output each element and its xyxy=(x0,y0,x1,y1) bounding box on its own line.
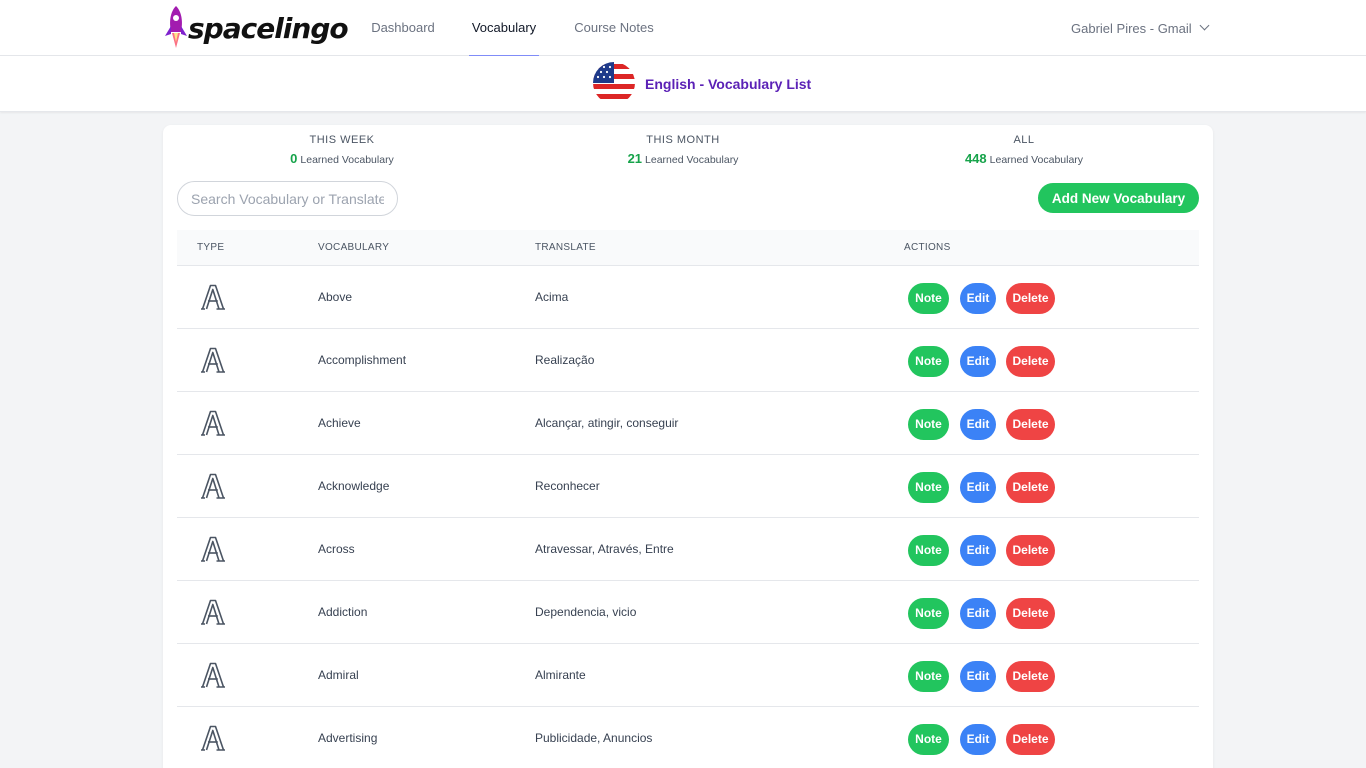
edit-button[interactable]: Edit xyxy=(960,346,996,377)
letter-a-outline-icon xyxy=(201,599,225,625)
letter-a-outline-icon xyxy=(201,284,225,310)
rocket-icon xyxy=(165,6,187,48)
delete-button[interactable]: Delete xyxy=(1006,661,1055,692)
delete-button[interactable]: Delete xyxy=(1006,598,1055,629)
letter-a-outline-icon xyxy=(201,347,225,373)
chevron-down-icon xyxy=(1199,20,1210,30)
language-header: English - Vocabulary List xyxy=(0,56,1366,112)
nav-vocabulary[interactable]: Vocabulary xyxy=(469,0,539,57)
delete-button[interactable]: Delete xyxy=(1006,472,1055,503)
note-button[interactable]: Note xyxy=(908,661,949,692)
user-name: Gabriel Pires - Gmail xyxy=(1071,20,1192,36)
stat-all: ALL 448 Learned Vocabulary xyxy=(874,133,1174,166)
edit-button[interactable]: Edit xyxy=(960,283,996,314)
nav-dashboard[interactable]: Dashboard xyxy=(370,0,436,56)
note-button[interactable]: Note xyxy=(908,535,949,566)
vocabulary-cell: Accomplishment xyxy=(318,353,407,367)
spacelingo-logo[interactable]: spacelingo xyxy=(162,4,349,52)
letter-a-outline-icon xyxy=(201,725,225,751)
delete-button[interactable]: Delete xyxy=(1006,409,1055,440)
translate-cell: Realização xyxy=(535,353,595,367)
note-button[interactable]: Note xyxy=(908,472,949,503)
delete-button[interactable]: Delete xyxy=(1006,283,1055,314)
stat-value: 21 xyxy=(627,151,643,166)
stat-value: 0 xyxy=(290,151,298,166)
stat-text: Learned Vocabulary xyxy=(989,154,1084,166)
vocabulary-cell: Admiral xyxy=(318,668,359,682)
add-new-vocabulary-button[interactable]: Add New Vocabulary xyxy=(1038,183,1199,213)
stat-label: THIS MONTH xyxy=(646,134,720,146)
stat-this-week: THIS WEEK 0 Learned Vocabulary xyxy=(192,133,492,166)
column-header-translate: TRANSLATE xyxy=(535,242,596,253)
delete-button[interactable]: Delete xyxy=(1006,535,1055,566)
stat-label: THIS WEEK xyxy=(309,134,375,146)
edit-button[interactable]: Edit xyxy=(960,661,996,692)
letter-a-outline-icon xyxy=(201,536,225,562)
search-input[interactable] xyxy=(177,181,398,216)
vocabulary-cell: Addiction xyxy=(318,605,368,619)
edit-button[interactable]: Edit xyxy=(960,535,996,566)
edit-button[interactable]: Edit xyxy=(960,409,996,440)
table-header: TYPE VOCABULARY TRANSLATE ACTIONS xyxy=(177,230,1199,266)
delete-button[interactable]: Delete xyxy=(1006,724,1055,755)
translate-cell: Atravessar, Através, Entre xyxy=(535,542,674,556)
vocabulary-card: THIS WEEK 0 Learned Vocabulary THIS MONTH… xyxy=(163,125,1213,768)
edit-button[interactable]: Edit xyxy=(960,472,996,503)
column-header-type: TYPE xyxy=(197,242,225,253)
vocabulary-table-body: Above Acima Note Edit Delete Accomplishm… xyxy=(177,266,1199,768)
letter-a-outline-icon xyxy=(201,410,225,436)
translate-cell: Almirante xyxy=(535,668,586,682)
note-button[interactable]: Note xyxy=(908,598,949,629)
translate-cell: Alcançar, atingir, conseguir xyxy=(535,416,679,430)
vocabulary-cell: Above xyxy=(318,290,353,304)
table-row: Advertising Publicidade, Anuncios Note E… xyxy=(177,707,1199,768)
stat-text: Learned Vocabulary xyxy=(645,154,739,166)
stat-text: Learned Vocabulary xyxy=(300,154,394,166)
vocabulary-cell: Acknowledge xyxy=(318,479,390,493)
user-menu[interactable]: Gabriel Pires - Gmail xyxy=(1071,0,1210,56)
table-row: Admiral Almirante Note Edit Delete xyxy=(177,644,1199,707)
vocabulary-cell: Across xyxy=(318,542,355,556)
table-row: Addiction Dependencia, vicio Note Edit D… xyxy=(177,581,1199,644)
note-button[interactable]: Note xyxy=(908,409,949,440)
table-row: Above Acima Note Edit Delete xyxy=(177,266,1199,329)
note-button[interactable]: Note xyxy=(908,283,949,314)
stat-this-month: THIS MONTH 21 Learned Vocabulary xyxy=(533,133,833,166)
letter-a-outline-icon xyxy=(201,473,225,499)
table-row: Achieve Alcançar, atingir, conseguir Not… xyxy=(177,392,1199,455)
table-row: Acknowledge Reconhecer Note Edit Delete xyxy=(177,455,1199,518)
translate-cell: Dependencia, vicio xyxy=(535,605,637,619)
column-header-vocabulary: VOCABULARY xyxy=(318,242,390,253)
stat-value: 448 xyxy=(964,151,987,166)
us-flag-icon xyxy=(593,62,635,104)
nav-course-notes[interactable]: Course Notes xyxy=(574,0,654,56)
table-row: Across Atravessar, Através, Entre Note E… xyxy=(177,518,1199,581)
vocabulary-cell: Achieve xyxy=(318,416,361,430)
logo-text: spacelingo xyxy=(188,11,349,45)
vocabulary-cell: Advertising xyxy=(318,731,378,745)
nav-vocabulary-label: Vocabulary xyxy=(471,20,537,35)
edit-button[interactable]: Edit xyxy=(960,598,996,629)
letter-a-outline-icon xyxy=(201,662,225,688)
column-header-actions: ACTIONS xyxy=(904,242,951,253)
table-row: Accomplishment Realização Note Edit Dele… xyxy=(177,329,1199,392)
translate-cell: Reconhecer xyxy=(535,479,600,493)
edit-button[interactable]: Edit xyxy=(960,724,996,755)
stat-label: ALL xyxy=(1013,134,1035,146)
page-title: English - Vocabulary List xyxy=(645,76,812,92)
top-navbar: spacelingo Dashboard Vocabulary Course N… xyxy=(0,0,1366,57)
delete-button[interactable]: Delete xyxy=(1006,346,1055,377)
note-button[interactable]: Note xyxy=(908,724,949,755)
translate-cell: Publicidade, Anuncios xyxy=(535,731,653,745)
note-button[interactable]: Note xyxy=(908,346,949,377)
translate-cell: Acima xyxy=(535,290,569,304)
